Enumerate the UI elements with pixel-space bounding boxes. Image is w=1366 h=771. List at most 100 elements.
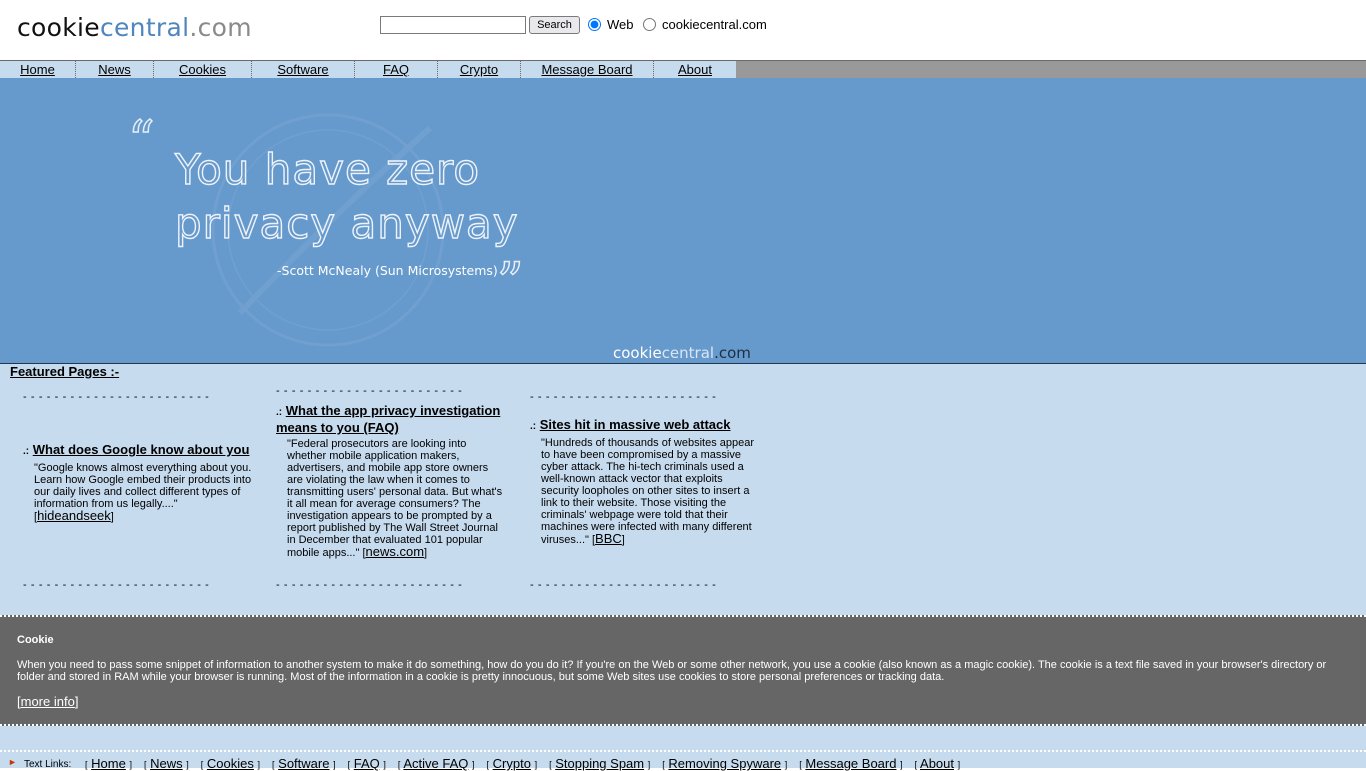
footer-item-message-board: [ Message Board ] bbox=[799, 756, 903, 771]
main-nav: Home News Cookies Software FAQ Crypto Me… bbox=[0, 60, 1366, 78]
nav-item-crypto[interactable]: Crypto bbox=[438, 61, 521, 78]
logo-part-central: central bbox=[99, 13, 190, 42]
nav-link-news[interactable]: News bbox=[98, 62, 131, 77]
feature-source-link-2[interactable]: news.com bbox=[366, 544, 425, 559]
footer-item-about: [ About ] bbox=[914, 756, 961, 771]
radio-site-label: cookiecentral.com bbox=[662, 17, 767, 32]
divider-dashes: - - - - - - - - - - - - - - - - - - - - … bbox=[23, 391, 210, 403]
cookie-box-title: Cookie bbox=[17, 634, 54, 646]
feature-source-link-1[interactable]: hideandseek bbox=[37, 508, 111, 523]
banner-logo-part-com: .com bbox=[714, 344, 751, 362]
footer-link-active-faq[interactable]: Active FAQ bbox=[403, 756, 468, 771]
footer-link-cookies[interactable]: Cookies bbox=[207, 756, 254, 771]
more-info-link[interactable]: more info bbox=[21, 694, 75, 709]
footer-item-software: [ Software ] bbox=[272, 756, 336, 771]
footer-link-message-board[interactable]: Message Board bbox=[805, 756, 896, 771]
radio-site[interactable] bbox=[643, 18, 656, 31]
footer-item-crypto: [ Crypto ] bbox=[486, 756, 538, 771]
divider-dashes: - - - - - - - - - - - - - - - - - - - - … bbox=[276, 385, 463, 397]
cookie-box-text: When you need to pass some snippet of in… bbox=[17, 659, 1327, 683]
footer-link-removing-spyware[interactable]: Removing Spyware bbox=[668, 756, 781, 771]
footer-item-home: [ Home ] bbox=[85, 756, 132, 771]
cookie-definition-box: Cookie When you need to pass some snippe… bbox=[0, 615, 1366, 726]
banner-graphic: “ You have zero privacy anyway -Scott Mc… bbox=[127, 110, 751, 362]
footer-item-active-faq: [ Active FAQ ] bbox=[397, 756, 475, 771]
open-quote-mark: “ bbox=[128, 111, 155, 171]
feature-body-3: "Hundreds of thousands of websites appea… bbox=[541, 437, 760, 546]
feature-source-link-3[interactable]: BBC bbox=[595, 531, 622, 546]
feature-column-2: - - - - - - - - - - - - - - - - - - - - … bbox=[276, 385, 506, 559]
nav-item-news[interactable]: News bbox=[76, 61, 154, 78]
footer-item-removing-spyware: [ Removing Spyware ] bbox=[662, 756, 788, 771]
feature-source-2: [news.com] bbox=[362, 544, 428, 559]
nav-link-about[interactable]: About bbox=[678, 62, 712, 77]
nav-item-faq[interactable]: FAQ bbox=[355, 61, 438, 78]
feature-body-text-1: "Google knows almost everything about yo… bbox=[34, 462, 252, 510]
nav-link-home[interactable]: Home bbox=[20, 62, 55, 77]
feature-source-1: [hideandseek] bbox=[34, 508, 114, 523]
feature-title-3: .: Sites hit in massive web attack bbox=[530, 417, 760, 434]
footer-link-software[interactable]: Software bbox=[278, 756, 329, 771]
search-input[interactable] bbox=[380, 16, 526, 34]
divider-dashes-bottom-1: - - - - - - - - - - - - - - - - - - - - … bbox=[23, 579, 210, 591]
footer-item-cookies: [ Cookies ] bbox=[200, 756, 261, 771]
logo-part-com: .com bbox=[189, 13, 252, 42]
site-logo[interactable]: cookiecentral.com bbox=[17, 13, 252, 42]
quote-line-1: You have zero bbox=[174, 145, 480, 194]
radio-web-label: Web bbox=[607, 17, 634, 32]
divider-dashes: - - - - - - - - - - - - - - - - - - - - … bbox=[530, 391, 717, 403]
nav-item-software[interactable]: Software bbox=[252, 61, 355, 78]
search-button[interactable]: Search bbox=[529, 16, 580, 34]
footer-item-news: [ News ] bbox=[143, 756, 189, 771]
feature-column-3: - - - - - - - - - - - - - - - - - - - - … bbox=[530, 391, 760, 546]
bullet-marker: .: bbox=[530, 421, 537, 432]
footer-label: Text Links: bbox=[24, 759, 72, 770]
featured-pages: Featured Pages :- - - - - - - - - - - - … bbox=[0, 364, 1366, 616]
footer-link-stopping-spam[interactable]: Stopping Spam bbox=[555, 756, 644, 771]
nav-item-cookies[interactable]: Cookies bbox=[154, 61, 252, 78]
site-header: cookiecentral.com Search Web cookiecentr… bbox=[0, 0, 1366, 60]
divider-dashes-bottom-3: - - - - - - - - - - - - - - - - - - - - … bbox=[530, 579, 717, 591]
feature-column-1: - - - - - - - - - - - - - - - - - - - - … bbox=[23, 391, 253, 523]
banner-logo-part-central: central bbox=[662, 344, 714, 362]
featured-heading: Featured Pages :- bbox=[10, 364, 120, 379]
logo-part-cookie: cookie bbox=[17, 13, 100, 42]
bullet-marker: .: bbox=[276, 407, 283, 418]
feature-body-2: "Federal prosecutors are looking into wh… bbox=[287, 438, 506, 559]
nav-item-message-board[interactable]: Message Board bbox=[521, 61, 654, 78]
quote-banner: “ You have zero privacy anyway -Scott Mc… bbox=[0, 78, 1366, 364]
close-quote-mark: ” bbox=[497, 253, 524, 313]
feature-link-1[interactable]: What does Google know about you bbox=[33, 442, 250, 457]
nav-link-faq[interactable]: FAQ bbox=[383, 62, 409, 77]
feature-title-2: .: What the app privacy investigation me… bbox=[276, 403, 506, 435]
radio-site-option[interactable]: cookiecentral.com bbox=[643, 17, 767, 32]
footer-link-crypto[interactable]: Crypto bbox=[493, 756, 531, 771]
footer-item-faq: [ FAQ ] bbox=[347, 756, 386, 771]
nav-link-message-board[interactable]: Message Board bbox=[541, 62, 632, 77]
nav-items: Home News Cookies Software FAQ Crypto Me… bbox=[0, 61, 736, 78]
banner-logo-watermark: cookiecentral.com bbox=[613, 344, 751, 362]
footer-item-stopping-spam: [ Stopping Spam ] bbox=[549, 756, 651, 771]
arrow-right-icon: ► bbox=[8, 757, 17, 767]
footer-links: [ Home ] [ News ] [ Cookies ] [ Software… bbox=[85, 756, 960, 771]
feature-source-3: [BBC] bbox=[591, 531, 625, 546]
radio-web-option[interactable]: Web bbox=[588, 17, 634, 32]
feature-link-3[interactable]: Sites hit in massive web attack bbox=[540, 417, 731, 432]
more-info: [more info] bbox=[17, 694, 79, 709]
nav-item-about[interactable]: About bbox=[654, 61, 736, 78]
feature-body-text-2: "Federal prosecutors are looking into wh… bbox=[287, 438, 503, 559]
radio-web[interactable] bbox=[588, 18, 601, 31]
footer-link-about[interactable]: About bbox=[920, 756, 954, 771]
footer-text-links: ► Text Links: [ Home ] [ News ] [ Cookie… bbox=[0, 750, 1366, 771]
footer-link-news[interactable]: News bbox=[150, 756, 183, 771]
nav-link-software[interactable]: Software bbox=[277, 62, 328, 77]
nav-link-crypto[interactable]: Crypto bbox=[460, 62, 498, 77]
footer-link-faq[interactable]: FAQ bbox=[354, 756, 380, 771]
feature-title-1: .: What does Google know about you bbox=[23, 442, 253, 459]
nav-link-cookies[interactable]: Cookies bbox=[179, 62, 226, 77]
feature-link-2[interactable]: What the app privacy investigation means… bbox=[276, 403, 500, 435]
spacer-band bbox=[0, 726, 1366, 750]
footer-link-home[interactable]: Home bbox=[91, 756, 126, 771]
nav-item-home[interactable]: Home bbox=[0, 61, 76, 78]
divider-dashes-bottom-2: - - - - - - - - - - - - - - - - - - - - … bbox=[276, 579, 463, 591]
